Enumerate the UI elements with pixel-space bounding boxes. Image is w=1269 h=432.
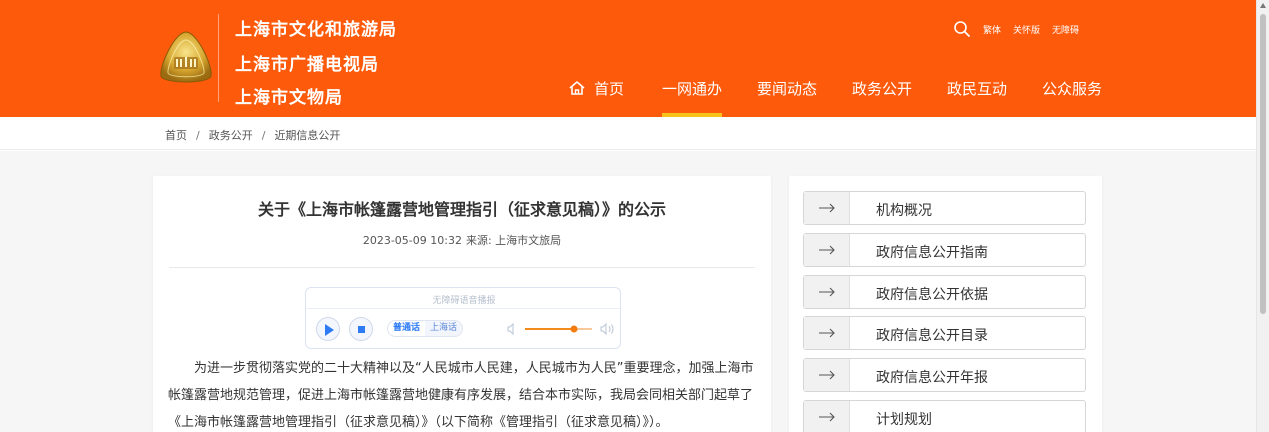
page: 上海市文化和旅游局 上海市广播电视局 上海市文物局 繁体 关怀版 无障碍 首页 … [0,0,1269,432]
article-source: 来源: 上海市文旅局 [465,234,562,247]
breadcrumb: 首页 / 政务公开 / 近期信息公开 [165,127,340,143]
sidebar-item-label: 政府信息公开依据 [876,287,988,303]
sidebar-item-label: 政府信息公开年报 [876,370,988,386]
traditional-chinese-link[interactable]: 繁体 [983,23,1001,36]
org-name-cultural-relics: 上海市文物局 [235,88,343,108]
article-body: 为进一步贯彻落实党的二十大精神以及“人民城市人民建，人民城市为人民”重要理念，加… [168,352,760,432]
org-name-radio-tv: 上海市广播电视局 [235,55,379,75]
sidebar-item-disclosure-guide[interactable]: 政府信息公开指南 [803,233,1086,267]
arrow-right-icon [804,359,850,391]
nav-one-net-service[interactable]: 一网通办 [662,78,722,117]
audio-player-divider [306,308,622,309]
sidebar-item-planning[interactable]: 计划规划 [803,400,1086,432]
breadcrumb-recent-disclosure[interactable]: 近期信息公开 [274,129,340,142]
arrow-right-icon [804,317,850,349]
header-tools: 繁体 关怀版 无障碍 [953,20,1091,38]
sidebar: 机构概况 政府信息公开指南 政府信息公开依据 政府信息公开目录 政府信息公开年报… [789,176,1102,432]
volume-high-icon [600,322,614,336]
page-scrollbar[interactable] [1256,0,1269,432]
language-toggle: 普通话 上海话 [387,320,464,337]
scroll-thumb[interactable] [1260,14,1266,314]
breadcrumb-separator: / [196,129,200,142]
stop-icon[interactable] [349,317,373,341]
sidebar-item-label: 政府信息公开指南 [876,245,988,261]
sidebar-item-label: 计划规划 [876,412,932,428]
audio-player: 无障碍语音播报 普通话 上海话 [305,287,622,349]
article-datetime: 2023-05-09 10:32 [362,234,462,247]
breadcrumb-government-affairs[interactable]: 政务公开 [209,129,253,142]
article-panel: 关于《上海市帐篷露营地管理指引（征求意见稿）》的公示 2023-05-09 10… [153,176,771,432]
home-icon [569,81,585,95]
volume-low-icon [507,322,514,336]
scroll-up-arrow-icon[interactable] [1260,3,1266,8]
site-header: 上海市文化和旅游局 上海市广播电视局 上海市文物局 繁体 关怀版 无障碍 首页 … [0,0,1256,117]
sidebar-item-label: 政府信息公开目录 [876,328,988,344]
nav-home[interactable]: 首页 [568,78,662,117]
arrow-right-icon [804,192,850,224]
arrow-right-icon [804,401,850,432]
sidebar-item-annual-report[interactable]: 政府信息公开年报 [803,358,1086,392]
article-meta: 2023-05-09 10:32 来源: 上海市文旅局 [153,232,771,248]
search-icon[interactable] [953,20,971,38]
audio-player-title: 无障碍语音播报 [432,296,496,306]
article-paragraph: 为进一步贯彻落实党的二十大精神以及“人民城市人民建，人民城市为人民”重要理念，加… [168,361,754,430]
volume-slider[interactable] [506,321,616,337]
lang-shanghainese[interactable]: 上海话 [425,321,463,336]
nav-government-affairs[interactable]: 政务公开 [852,78,912,117]
main-nav: 首页 一网通办 要闻动态 政务公开 政民互动 公众服务 [568,78,1102,117]
sidebar-item-disclosure-basis[interactable]: 政府信息公开依据 [803,275,1086,309]
bureau-logo[interactable] [157,30,215,86]
org-name-culture-tourism: 上海市文化和旅游局 [235,20,397,40]
sidebar-item-disclosure-catalog[interactable]: 政府信息公开目录 [803,316,1086,350]
nav-public-interaction[interactable]: 政民互动 [947,78,1007,117]
article-title: 关于《上海市帐篷露营地管理指引（征求意见稿）》的公示 [257,200,666,219]
lang-mandarin[interactable]: 普通话 [388,321,425,336]
accessibility-link[interactable]: 无障碍 [1052,23,1079,36]
nav-public-service[interactable]: 公众服务 [1042,78,1102,117]
header-divider [218,14,219,102]
breadcrumb-bar: 首页 / 政务公开 / 近期信息公开 [0,117,1256,150]
breadcrumb-separator: / [261,129,266,142]
arrow-right-icon [804,276,850,308]
sidebar-item-label: 机构概况 [876,203,932,219]
care-version-link[interactable]: 关怀版 [1013,23,1040,36]
sidebar-item-organization[interactable]: 机构概况 [803,191,1086,225]
arrow-right-icon [804,234,850,266]
breadcrumb-home[interactable]: 首页 [165,129,187,142]
nav-news[interactable]: 要闻动态 [757,78,817,117]
title-divider [169,267,755,268]
play-icon[interactable] [316,317,340,341]
